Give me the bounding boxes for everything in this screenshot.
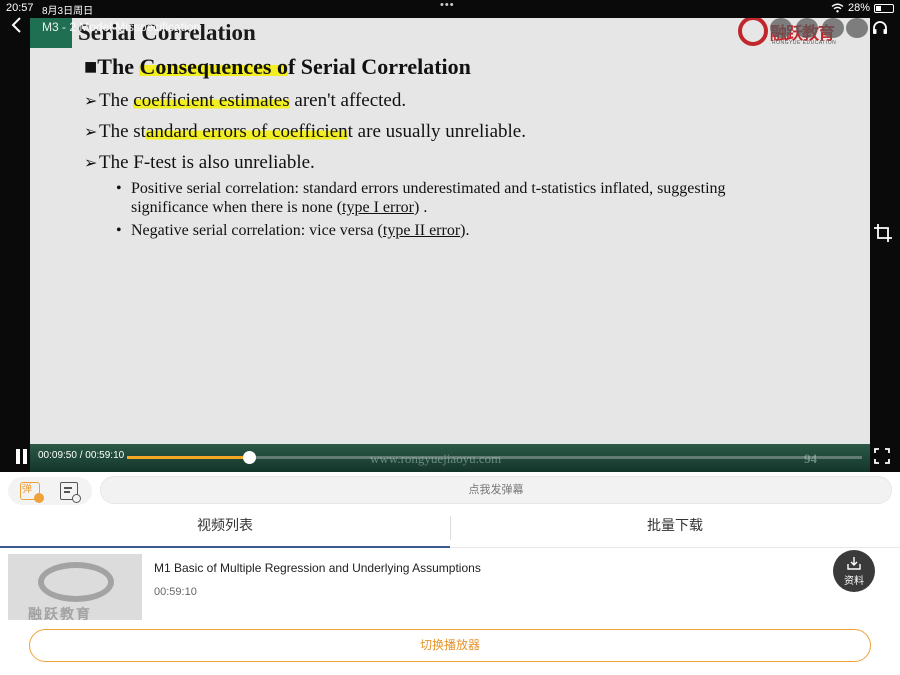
fullscreen-icon[interactable]	[874, 448, 890, 464]
headphone-icon[interactable]	[870, 18, 890, 38]
danmaku-input[interactable]: 点我发弹幕	[100, 476, 892, 504]
wifi-icon	[831, 3, 844, 13]
brand-logo-icon	[38, 562, 114, 602]
cast-icon[interactable]	[770, 18, 792, 38]
danmaku-settings-icon[interactable]	[796, 18, 818, 38]
danmaku-settings-icon[interactable]	[60, 482, 81, 503]
pause-button[interactable]	[14, 449, 28, 465]
tab-bar: 视频列表 批量下载	[0, 510, 900, 548]
progress-knob[interactable]	[243, 451, 256, 464]
playback-time: 00:09:50 / 00:59:10	[38, 450, 125, 461]
slide-sub-bullet: • Negative serial correlation: vice vers…	[116, 222, 470, 239]
materials-label: 资料	[844, 576, 864, 587]
download-tray-icon	[847, 557, 861, 570]
materials-button[interactable]: 资料	[833, 550, 875, 592]
danmaku-bar: 弹 点我发弹幕	[0, 472, 900, 510]
lecture-slide: Serial Correlation 融跃教育 RONGYUE EDUCATIO…	[30, 18, 870, 472]
brand-subtitle: RONGYUE EDUCATION	[772, 40, 837, 46]
progress-bar[interactable]	[127, 451, 862, 464]
tab-batch-download[interactable]: 批量下载	[450, 510, 900, 548]
slide-bullet: ➢The standard errors of coefficient are …	[84, 121, 526, 142]
arrow-bullet-icon: ➢	[84, 93, 98, 110]
status-time: 20:57	[6, 2, 34, 14]
video-player[interactable]: Serial Correlation 融跃教育 RONGYUE EDUCATIO…	[0, 0, 900, 472]
arrow-bullet-icon: ➢	[84, 155, 98, 172]
list-item[interactable]: 融跃教育 M1 Basic of Multiple Regression and…	[0, 549, 820, 625]
slide-sub-bullet: • Positive serial correlation: standard …	[116, 180, 726, 216]
slide-heading: ■The Consequences of Serial Correlation	[84, 54, 471, 79]
multitask-dots-icon[interactable]: •••	[440, 0, 455, 11]
video-thumbnail: 融跃教育	[8, 554, 142, 620]
slide-page-number: 94	[804, 451, 817, 466]
battery-percent: 28%	[847, 2, 870, 14]
switch-player-button[interactable]: 切换播放器	[29, 629, 871, 662]
thumbnail-brand-text: 融跃教育	[28, 607, 92, 620]
status-date: 8月3日周日	[42, 6, 94, 17]
progress-fill	[127, 456, 249, 459]
tab-video-list[interactable]: 视频列表	[0, 510, 450, 548]
slide-bullet: ➢The F-test is also unreliable.	[84, 152, 315, 173]
dot-bullet-icon: •	[116, 222, 122, 239]
footer-url: www.rongyuejiaoyu.com	[370, 451, 502, 466]
video-list: 融跃教育 M1 Basic of Multiple Regression and…	[0, 549, 900, 629]
back-arrow-icon[interactable]	[10, 16, 30, 38]
status-indicators: 28%	[831, 2, 894, 14]
video-title: M3 - 2 Model Misspecification	[42, 20, 201, 34]
arrow-bullet-icon: ➢	[84, 124, 98, 141]
list-item-title: M1 Basic of Multiple Regression and Unde…	[154, 561, 481, 575]
picture-in-picture-icon[interactable]	[846, 18, 868, 38]
more-options-icon[interactable]	[822, 18, 844, 38]
battery-icon	[874, 3, 894, 13]
slide-bullet: ➢The coefficient estimates aren't affect…	[84, 90, 407, 111]
danmaku-toggle-group: 弹	[8, 477, 92, 505]
dot-bullet-icon: •	[116, 180, 122, 197]
crop-icon[interactable]	[872, 222, 896, 246]
danmaku-toggle-icon[interactable]: 弹	[20, 482, 44, 503]
brand-ring-icon	[738, 18, 768, 46]
list-item-duration: 00:59:10	[154, 586, 197, 598]
